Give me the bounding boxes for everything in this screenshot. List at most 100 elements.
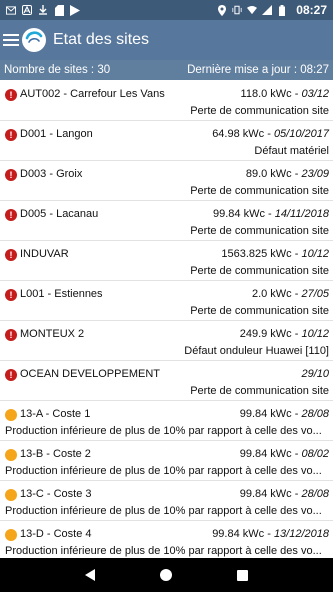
site-status-message: Perte de communication site xyxy=(190,305,329,317)
separator: - xyxy=(291,248,302,260)
site-power-date: 2.0 kWc - 27/05 xyxy=(252,288,329,300)
site-date: 03/12 xyxy=(301,88,329,100)
site-power-date: 118.0 kWc - 03/12 xyxy=(241,88,329,100)
site-row[interactable]: 13-D - Coste 4 99.84 kWc - 13/12/2018 Prod… xyxy=(0,521,333,561)
download-icon xyxy=(38,5,48,15)
site-status-message: Perte de communication site xyxy=(190,265,329,277)
status-bar-system: 08:27 xyxy=(217,3,327,17)
site-name: 13-B - Coste 2 xyxy=(20,448,91,460)
site-name: L001 - Estiennes xyxy=(20,288,103,300)
site-name: MONTEUX 2 xyxy=(20,328,85,340)
site-date: 23/09 xyxy=(301,168,329,180)
separator: - xyxy=(291,328,302,340)
sd-card-icon xyxy=(54,4,64,16)
site-row[interactable]: ! MONTEUX 2 249.9 kWc - 10/12 Défaut ondule… xyxy=(0,321,333,361)
sites-summary-bar: Nombre de sites : 30 Dernière mise a jou… xyxy=(0,60,333,80)
site-status-message: Défaut matériel xyxy=(254,145,329,157)
site-row[interactable]: ! D005 - Lacanau 99.84 kWc - 14/11/2018 Per… xyxy=(0,201,333,241)
site-power-date: 99.84 kWc - 08/02 xyxy=(240,448,329,460)
separator: - xyxy=(264,128,274,140)
site-power-date: 64.98 kWc - 05/10/2017 xyxy=(212,128,329,140)
site-power-date: 99.84 kWc - 13/12/2018 xyxy=(212,528,329,540)
error-status-icon: ! xyxy=(5,369,17,381)
site-count-label: Nombre de sites : 30 xyxy=(4,64,111,76)
error-status-icon: ! xyxy=(5,129,17,141)
play-store-icon xyxy=(70,4,80,16)
site-row[interactable]: ! AUT002 - Carrefour Les Vans 118.0 kWc - … xyxy=(0,81,333,121)
site-status-message: Perte de communication site xyxy=(190,385,329,397)
site-date: 28/08 xyxy=(301,488,329,500)
site-power-date: 99.84 kWc - 14/11/2018 xyxy=(213,208,329,220)
a-box-icon xyxy=(22,5,32,15)
site-power-date: 1563.825 kWc - 10/12 xyxy=(221,248,329,260)
signal-icon xyxy=(262,5,273,15)
last-update-label: Dernière mise a jour : 08:27 xyxy=(187,64,329,76)
wifi-icon xyxy=(247,5,258,15)
site-power-date: 99.84 kWc - 28/08 xyxy=(240,488,329,500)
separator: - xyxy=(291,88,302,100)
site-power: 64.98 kWc xyxy=(212,128,265,140)
site-row[interactable]: 13-C - Coste 3 99.84 kWc - 28/08 Productio… xyxy=(0,481,333,521)
site-date: 10/12 xyxy=(301,328,329,340)
site-name: 13-D - Coste 4 xyxy=(20,528,92,540)
site-power-date: 29/10 xyxy=(301,368,329,380)
error-status-icon: ! xyxy=(5,249,17,261)
site-status-message: Production inférieure de plus de 10% par… xyxy=(5,425,322,437)
back-icon[interactable] xyxy=(84,569,95,581)
separator: - xyxy=(291,408,302,420)
site-row[interactable]: ! L001 - Estiennes 2.0 kWc - 27/05 Perte de… xyxy=(0,281,333,321)
site-row[interactable]: ! INDUVAR 1563.825 kWc - 10/12 Perte de com… xyxy=(0,241,333,281)
error-status-icon: ! xyxy=(5,169,17,181)
app-bar: Etat des sites xyxy=(0,20,333,60)
location-icon xyxy=(217,4,227,16)
site-name: INDUVAR xyxy=(20,248,69,260)
site-row[interactable]: ! D003 - Groix 89.0 kWc - 23/09 Perte de co… xyxy=(0,161,333,201)
site-status-message: Perte de communication site xyxy=(190,225,329,237)
recents-icon[interactable] xyxy=(237,569,249,581)
separator: - xyxy=(291,168,302,180)
gmail-icon xyxy=(6,5,16,15)
site-power: 2.0 kWc xyxy=(251,288,292,300)
error-status-icon: ! xyxy=(5,209,17,221)
site-row[interactable]: ! OCEAN DEVELOPPEMENT 29/10 Perte de commun… xyxy=(0,361,333,401)
site-power: 249.9 kWc xyxy=(239,328,292,340)
status-bar-notifications xyxy=(6,4,80,16)
site-date: 27/05 xyxy=(301,288,329,300)
home-icon[interactable] xyxy=(159,569,172,581)
site-row[interactable]: ! D001 - Langon 64.98 kWc - 05/10/2017 Défa… xyxy=(0,121,333,161)
battery-icon xyxy=(277,4,287,16)
status-bar-time: 08:27 xyxy=(296,3,327,17)
menu-icon[interactable] xyxy=(3,32,21,48)
site-status-message: Défaut onduleur Huawei [110] xyxy=(184,345,329,357)
site-status-message: Production inférieure de plus de 10% par… xyxy=(5,545,322,557)
navigation-bar xyxy=(0,558,333,592)
site-row[interactable]: 13-B - Coste 2 99.84 kWc - 08/02 Productio… xyxy=(0,441,333,481)
site-name: 13-A - Coste 1 xyxy=(20,408,91,420)
app-logo-icon xyxy=(22,28,46,52)
site-power: 99.84 kWc xyxy=(212,528,265,540)
error-status-icon: ! xyxy=(5,289,17,301)
separator: - xyxy=(291,448,302,460)
site-date: 29/10 xyxy=(301,368,329,380)
separator: - xyxy=(291,488,302,500)
site-power: 99.84 kWc xyxy=(239,488,292,500)
site-power: 1563.825 kWc xyxy=(221,248,292,260)
warning-status-icon xyxy=(5,409,17,421)
site-name: 13-C - Coste 3 xyxy=(20,488,92,500)
site-power: 99.84 kWc xyxy=(239,448,292,460)
site-date: 10/12 xyxy=(301,248,329,260)
site-status-message: Production inférieure de plus de 10% par… xyxy=(5,505,322,517)
site-name: OCEAN DEVELOPPEMENT xyxy=(20,368,160,380)
site-date: 13/12/2018 xyxy=(273,528,329,540)
separator: - xyxy=(291,288,302,300)
site-power: 89.0 kWc xyxy=(245,168,292,180)
site-status-message: Perte de communication site xyxy=(190,185,329,197)
separator: - xyxy=(264,208,275,220)
vibrate-icon xyxy=(232,5,242,15)
site-row[interactable]: 13-A - Coste 1 99.84 kWc - 28/08 Productio… xyxy=(0,401,333,441)
site-date: 05/10/2017 xyxy=(273,128,329,140)
error-status-icon: ! xyxy=(5,329,17,341)
site-power: 118.0 kWc xyxy=(240,88,292,100)
error-status-icon: ! xyxy=(5,89,17,101)
warning-status-icon xyxy=(5,449,17,461)
